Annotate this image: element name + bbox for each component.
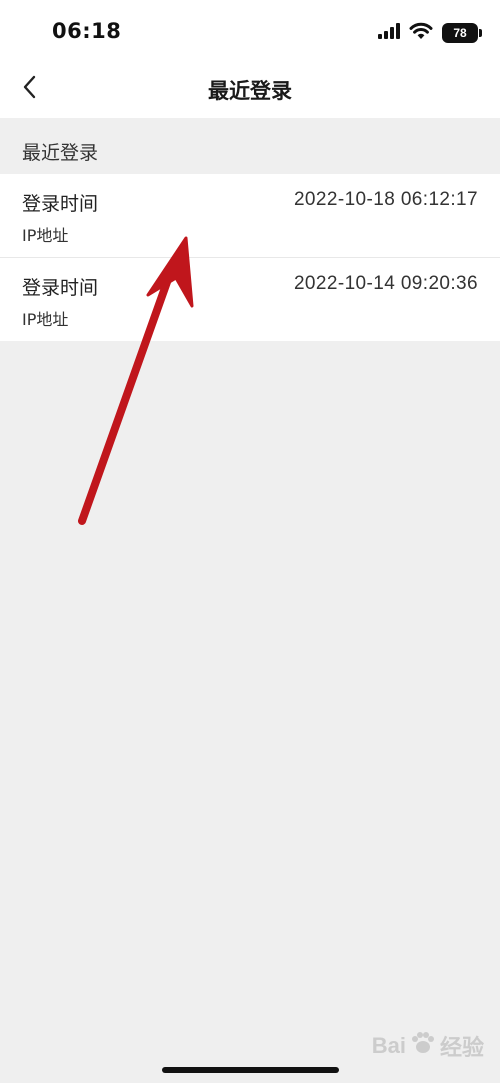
- section-header: 最近登录: [0, 118, 500, 174]
- watermark-suffix: 经验: [439, 1035, 484, 1060]
- paw-logo-icon: [410, 1030, 436, 1062]
- status-icons: 78: [378, 22, 482, 44]
- ip-address-label: IP地址: [22, 226, 69, 245]
- login-record[interactable]: 登录时间 IP地址 2022-10-18 06:12:17: [0, 174, 500, 257]
- status-time: 06:18: [52, 19, 122, 43]
- signal-icon: [378, 23, 400, 43]
- login-time-value: 2022-10-14 09:20:36: [293, 273, 478, 294]
- watermark: Bai 经验: [372, 1030, 484, 1062]
- status-bar: 06:18 78: [0, 0, 500, 62]
- login-record[interactable]: 登录时间 IP地址 2022-10-14 09:20:36: [0, 257, 500, 341]
- page-title: 最近登录: [208, 79, 292, 103]
- wifi-icon: [409, 22, 433, 44]
- login-record-list: 登录时间 IP地址 2022-10-18 06:12:17 登录时间 IP地址 …: [0, 174, 500, 341]
- watermark-text: Bai: [371, 1033, 406, 1058]
- battery-icon: 78: [442, 23, 482, 43]
- login-time-label: 登录时间: [22, 277, 99, 299]
- navigation-bar: 最近登录: [0, 62, 500, 118]
- section-header-label: 最近登录: [22, 142, 99, 164]
- ip-address-label: IP地址: [22, 310, 69, 329]
- home-indicator[interactable]: [162, 1067, 339, 1073]
- login-time-label: 登录时间: [22, 193, 99, 215]
- login-time-value: 2022-10-18 06:12:17: [293, 189, 478, 210]
